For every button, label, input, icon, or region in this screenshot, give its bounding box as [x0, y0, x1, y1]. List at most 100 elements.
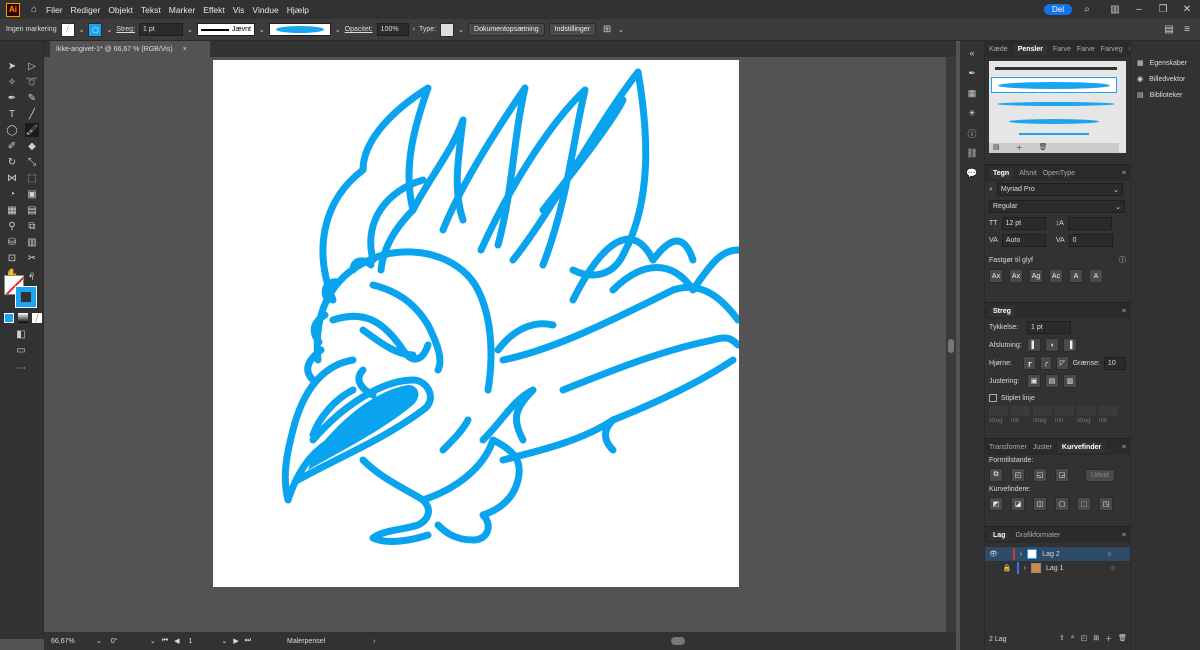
screen-mode-icon[interactable]: ▭ — [14, 343, 28, 357]
dashed-line-checkbox[interactable] — [989, 394, 997, 402]
document-tab[interactable]: Ikke-angivet-1* @ 66,67 % (RGB/Vis) × — [50, 41, 210, 57]
tab-lag[interactable]: Lag — [989, 529, 1010, 541]
weight-field[interactable]: 1 pt — [1027, 321, 1071, 334]
divide-icon[interactable]: ◩ — [989, 497, 1003, 511]
selection-tool-icon[interactable]: ➤ — [5, 59, 19, 73]
workspace-icon[interactable]: ▥ — [1108, 3, 1122, 17]
snap-baseline-icon[interactable]: Ax — [989, 269, 1003, 283]
font-family-field[interactable]: Myriad Pro ⌄ — [996, 183, 1123, 196]
align-outside-icon[interactable]: ▥ — [1063, 374, 1077, 388]
next-artboard-icon[interactable]: ▶ — [233, 637, 238, 645]
chevron-down-icon[interactable]: ⌄ — [106, 26, 112, 34]
ellipse-tool-icon[interactable]: ◯ — [5, 123, 19, 137]
fill-swatch[interactable]: ⧸ — [60, 22, 75, 37]
brush-item[interactable] — [997, 102, 1115, 106]
chevron-down-icon[interactable]: ⌄ — [221, 637, 227, 645]
stroke-weight-field[interactable]: 1 pt — [139, 23, 184, 36]
unite-icon[interactable]: ⧉ — [989, 468, 1003, 482]
leading-field[interactable] — [1067, 217, 1112, 230]
scale-tool-icon[interactable]: ⤡ — [25, 155, 39, 169]
last-artboard-icon[interactable]: ⏭ — [245, 637, 251, 645]
layer-row[interactable]: 👁 🔒 › Lag 1 ○ — [985, 561, 1130, 575]
panel-menu-icon[interactable]: ≡ — [1122, 532, 1126, 539]
tracking-field[interactable]: 0 — [1068, 234, 1113, 247]
layer-name[interactable]: Lag 1 — [1046, 565, 1106, 572]
font-style-field[interactable]: Regular ⌄ — [989, 200, 1125, 213]
menu-hjaelp[interactable]: Hjælp — [283, 5, 313, 15]
expand-chevron-icon[interactable]: › — [1020, 551, 1022, 558]
align-icon[interactable]: ⊞ — [600, 23, 614, 37]
outline-icon[interactable]: ⬚ — [1077, 497, 1091, 511]
dash-field[interactable] — [989, 406, 1008, 416]
free-transform-icon[interactable]: ⬚ — [25, 171, 39, 185]
tab-kaede[interactable]: Kæde — [989, 46, 1008, 53]
graph-tool-icon[interactable]: ▥ — [25, 235, 39, 249]
minus-back-icon[interactable]: ◳ — [1099, 497, 1113, 511]
lasso-icon[interactable]: ➰ — [25, 75, 39, 89]
locate-object-icon[interactable]: ⌕ — [1071, 634, 1075, 644]
links-panel-icon[interactable]: ⛓ — [964, 145, 980, 161]
artboard[interactable] — [213, 60, 739, 587]
minimize-icon[interactable]: – — [1132, 3, 1146, 17]
tab-farveg[interactable]: Farveg — [1101, 46, 1123, 53]
magic-wand-icon[interactable]: ✧ — [5, 75, 19, 89]
brush-item[interactable] — [995, 67, 1117, 70]
snap-xheight-icon[interactable]: Ax — [1009, 269, 1023, 283]
home-icon[interactable]: ⌂ — [26, 3, 42, 17]
gap-field[interactable] — [1099, 406, 1118, 416]
chevron-down-icon[interactable]: ⌄ — [618, 26, 624, 34]
target-icon[interactable]: ○ — [1107, 551, 1111, 558]
tab-transformer[interactable]: Transformer — [989, 444, 1027, 451]
none-mode-icon[interactable]: ⧸ — [32, 313, 42, 323]
opacity-field[interactable]: 100% — [376, 23, 409, 36]
align-center-icon[interactable]: ▣ — [1027, 374, 1041, 388]
chevron-down-icon[interactable]: ⌄ — [1113, 186, 1119, 194]
tab-kurvefinder[interactable]: Kurvefinder — [1057, 441, 1106, 453]
tab-afsnit[interactable]: Afsnit — [1019, 170, 1037, 177]
chevron-down-icon[interactable]: ⌄ — [187, 26, 193, 34]
align-inside-icon[interactable]: ▤ — [1045, 374, 1059, 388]
width-tool-icon[interactable]: ⋈ — [5, 171, 19, 185]
curvature-tool-icon[interactable]: ✎ — [25, 91, 39, 105]
layer-row[interactable]: 👁 › Lag 2 ○ — [985, 547, 1130, 561]
pen-tool-icon[interactable]: ✒ — [5, 91, 19, 105]
tab-farve[interactable]: Farve — [1053, 46, 1071, 53]
merge-icon[interactable]: ◫ — [1033, 497, 1047, 511]
rotate-tool-icon[interactable]: ↻ — [5, 155, 19, 169]
direct-selection-tool-icon[interactable]: ▷ — [25, 59, 39, 73]
stroke-label[interactable]: Streg: — [116, 26, 135, 33]
crop-icon[interactable]: ▢ — [1055, 497, 1069, 511]
arrange-icon[interactable]: ▤ — [1162, 23, 1176, 37]
menu-tekst[interactable]: Tekst — [137, 5, 165, 15]
search-icon[interactable]: ⌕ — [1080, 3, 1094, 17]
horizontal-scroll-thumb[interactable] — [671, 637, 686, 645]
layer-name[interactable]: Lag 2 — [1042, 551, 1102, 558]
expand-chevron-icon[interactable]: › — [1024, 565, 1026, 572]
info-icon[interactable]: ⓘ — [1119, 255, 1126, 265]
vertical-scrollbar[interactable] — [946, 57, 956, 632]
color-mode-icon[interactable] — [4, 313, 14, 323]
perspective-grid-icon[interactable]: ▦ — [5, 203, 19, 217]
tab-streg[interactable]: Streg — [989, 305, 1015, 317]
tab-farve-2[interactable]: Farve — [1077, 46, 1095, 53]
fill-stroke-widget[interactable]: ↰ — [4, 273, 38, 308]
chevron-right-icon[interactable]: › — [413, 26, 415, 33]
collect-export-icon[interactable]: ⇪ — [1059, 634, 1065, 644]
chevron-down-icon[interactable]: ⌄ — [259, 26, 265, 34]
trim-icon[interactable]: ◪ — [1011, 497, 1025, 511]
shape-builder-icon[interactable]: ◔ — [5, 187, 19, 201]
type-tool-icon[interactable]: T — [5, 107, 19, 121]
menu-vindue[interactable]: Vindue — [248, 5, 282, 15]
graphic-style-swatch[interactable] — [440, 22, 455, 37]
chevron-down-icon[interactable]: ⌄ — [150, 637, 156, 645]
slice-tool-icon[interactable]: ✂ — [25, 251, 39, 265]
bevel-join-icon[interactable]: ◸ — [1056, 356, 1069, 370]
delete-brush-icon[interactable]: 🗑 — [1039, 143, 1048, 153]
limit-field[interactable]: 10 — [1103, 356, 1127, 370]
zoom-field[interactable]: 66,67% — [48, 634, 90, 648]
brush-item-selected[interactable] — [991, 77, 1117, 93]
swap-icon[interactable]: ↰ — [28, 273, 35, 282]
brush-item[interactable] — [1019, 133, 1089, 135]
rotation-field[interactable]: 0° — [107, 634, 144, 648]
new-sublayer-icon[interactable]: ⊞ — [1093, 634, 1099, 644]
